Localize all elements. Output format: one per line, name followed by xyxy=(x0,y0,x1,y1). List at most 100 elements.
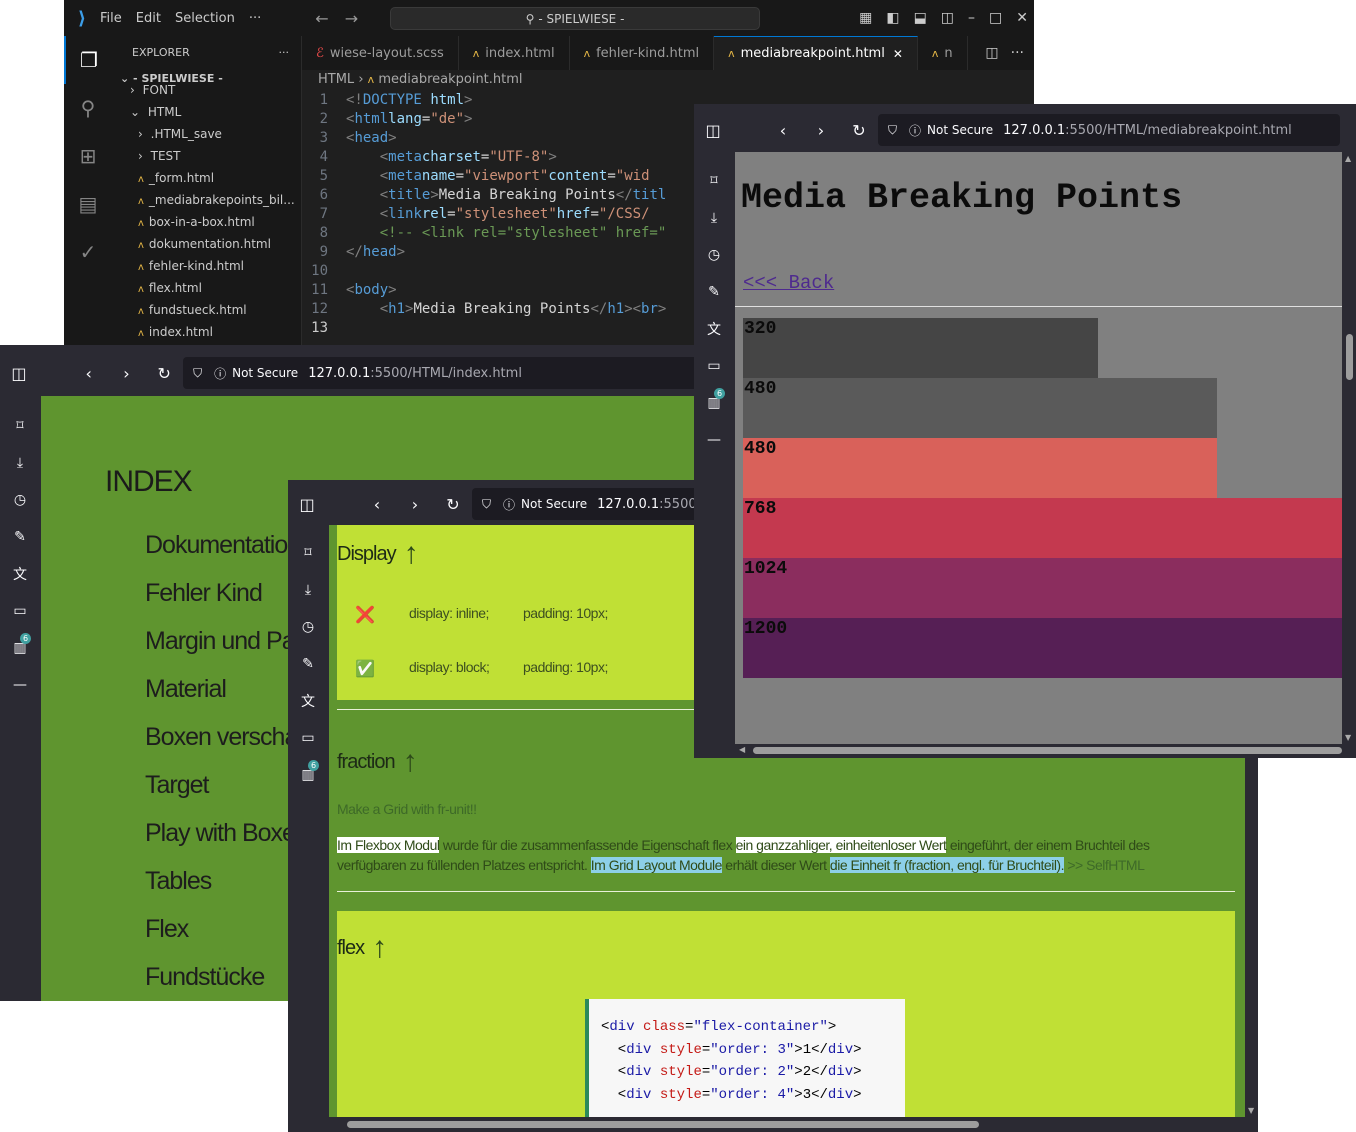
editor-tab[interactable]: ʌ index.html xyxy=(459,36,570,70)
extensions-icon[interactable]: ⊞ xyxy=(64,132,112,180)
check-icon[interactable]: ✓ xyxy=(64,228,112,276)
history-icon[interactable]: ◷ xyxy=(288,608,328,645)
back-icon[interactable]: ‹ xyxy=(764,121,802,140)
reader-icon[interactable]: ▥ 6 xyxy=(288,756,328,793)
forward-icon[interactable]: › xyxy=(396,495,434,514)
scroll-thumb[interactable] xyxy=(347,1121,979,1128)
link-material[interactable]: Material xyxy=(145,675,227,704)
horizontal-scrollbar[interactable]: ◀ xyxy=(735,744,1342,758)
edit-icon[interactable]: ✎ xyxy=(694,273,734,310)
translate-icon[interactable]: 文 xyxy=(288,682,328,719)
split-editor-icon[interactable]: ◫ xyxy=(985,45,998,61)
download-icon[interactable]: ⤓ xyxy=(0,444,40,481)
breadcrumb-file[interactable]: mediabreakpoint.html xyxy=(378,72,522,87)
tree-item[interactable]: › .HTML_save xyxy=(112,123,301,145)
scroll-thumb[interactable] xyxy=(753,747,1342,754)
reader-icon[interactable]: ▥ 6 xyxy=(0,629,40,666)
reload-icon[interactable]: ↻ xyxy=(434,495,472,514)
arrow-up-icon[interactable]: ↑ xyxy=(404,537,419,571)
maximize-icon[interactable]: □ xyxy=(989,10,1002,26)
link-fundstuecke[interactable]: Fundstücke xyxy=(145,963,265,992)
breadcrumb-folder[interactable]: HTML xyxy=(318,72,354,87)
menu-file[interactable]: File xyxy=(100,11,122,26)
scroll-down-icon[interactable]: ▼ xyxy=(1345,733,1351,742)
close-tab-icon[interactable]: ✕ xyxy=(893,47,903,61)
bookmark-icon[interactable]: ⌑ xyxy=(694,162,734,199)
scroll-up-icon[interactable]: ▲ xyxy=(1345,154,1351,163)
editor-tab[interactable]: ʌ mediabreakpoint.html ✕ xyxy=(714,36,918,70)
tree-item[interactable]: ⌄ HTML xyxy=(112,101,301,123)
editor-tab[interactable]: ʌ fehler-kind.html xyxy=(570,36,715,70)
editor-more-icon[interactable]: ··· xyxy=(1011,45,1024,61)
link-target[interactable]: Target xyxy=(145,771,209,800)
link-play-boxes[interactable]: Play with Boxes xyxy=(145,819,307,848)
back-icon[interactable]: ‹ xyxy=(358,495,396,514)
link-fehler-kind[interactable]: Fehler Kind xyxy=(145,579,263,608)
bookmark-icon[interactable]: ⌑ xyxy=(0,407,40,444)
edit-icon[interactable]: ✎ xyxy=(288,645,328,682)
back-icon[interactable]: ‹ xyxy=(70,364,108,383)
tree-item[interactable]: ʌ box-in-a-box.html xyxy=(112,211,301,233)
forward-icon[interactable]: › xyxy=(108,364,146,383)
sidebar-toggle-icon[interactable]: ◫ xyxy=(288,495,326,514)
toggle-sidebar-icon[interactable]: ◧ xyxy=(886,10,899,26)
scroll-thumb[interactable] xyxy=(1346,334,1353,380)
tree-item[interactable]: ʌ index.html xyxy=(112,321,301,343)
tree-item[interactable]: ʌ _mediabrakepoints_bil... xyxy=(112,189,301,211)
sidebar-toggle-icon[interactable]: ◫ xyxy=(694,121,732,140)
tree-item[interactable]: ʌ _form.html xyxy=(112,167,301,189)
forward-arrow-icon[interactable]: → xyxy=(345,9,358,28)
reload-icon[interactable]: ↻ xyxy=(145,364,183,383)
tab-manager-icon[interactable]: ▭ xyxy=(288,719,328,756)
url-bar[interactable]: ⛉ ⓘ Not Secure 127.0.0.1:5500/HTML/ xyxy=(472,488,702,520)
minimize-icon[interactable]: – xyxy=(968,10,975,26)
scroll-left-icon[interactable]: ◀ xyxy=(739,745,745,754)
translate-icon[interactable]: 文 xyxy=(694,310,734,347)
toggle-panel-icon[interactable]: ⬓ xyxy=(914,10,927,26)
selfhtml-link[interactable]: >> SelfHTML xyxy=(1064,857,1145,873)
menu-selection[interactable]: Selection xyxy=(175,11,235,26)
tree-item[interactable]: ʌ flex.html xyxy=(112,277,301,299)
reload-icon[interactable]: ↻ xyxy=(840,121,878,140)
sidebar-toggle-icon[interactable]: ◫ xyxy=(0,364,38,383)
calendar-icon[interactable]: ▤ xyxy=(64,180,112,228)
link-tables[interactable]: Tables xyxy=(145,867,212,896)
close-icon[interactable]: ✕ xyxy=(1016,10,1028,26)
layout-icon[interactable]: ▦ xyxy=(859,10,872,26)
scroll-down-icon[interactable]: ▼ xyxy=(1248,1106,1254,1115)
bookmark-icon[interactable]: ⌑ xyxy=(288,534,328,571)
back-link[interactable]: <<< Back xyxy=(743,272,834,294)
history-icon[interactable]: ◷ xyxy=(0,481,40,518)
tree-item[interactable]: ʌ dokumentation.html xyxy=(112,233,301,255)
url-bar[interactable]: ⛉ ⓘ Not Secure 127.0.0.1:5500/HTML/media… xyxy=(878,114,1340,146)
menu-more[interactable]: ··· xyxy=(249,11,261,26)
link-dokumentation[interactable]: Dokumentation xyxy=(145,531,301,560)
editor-tab[interactable]: ℰwiese-layout.scss xyxy=(302,36,459,70)
toggle-secondary-icon[interactable]: ◫ xyxy=(941,10,954,26)
reader-icon[interactable]: ▥ 6 xyxy=(694,384,734,421)
url-bar[interactable]: ⛉ ⓘ Not Secure 127.0.0.1:5500/HTML/index… xyxy=(183,357,700,389)
history-icon[interactable]: ◷ xyxy=(694,236,734,273)
translate-icon[interactable]: 文 xyxy=(0,555,40,592)
download-icon[interactable]: ⤓ xyxy=(288,571,328,608)
horizontal-scrollbar[interactable] xyxy=(329,1117,1245,1132)
back-arrow-icon[interactable]: ← xyxy=(315,9,328,28)
link-flex[interactable]: Flex xyxy=(145,915,189,944)
vertical-scrollbar[interactable]: ▲ ▼ xyxy=(1342,152,1356,744)
command-center-search[interactable]: ⚲ - SPIELWIESE - xyxy=(390,7,760,30)
forward-icon[interactable]: › xyxy=(802,121,840,140)
arrow-up-icon[interactable]: ↑ xyxy=(403,745,418,779)
tab-manager-icon[interactable]: ▭ xyxy=(0,592,40,629)
download-icon[interactable]: ⤓ xyxy=(694,199,734,236)
menu-edit[interactable]: Edit xyxy=(136,11,161,26)
edit-icon[interactable]: ✎ xyxy=(0,518,40,555)
editor-tab[interactable]: ʌn xyxy=(918,36,968,70)
more-actions-icon[interactable]: ··· xyxy=(279,46,290,59)
search-view-icon[interactable]: ⚲ xyxy=(64,84,112,132)
arrow-up-icon[interactable]: ↑ xyxy=(372,931,387,965)
explorer-icon[interactable]: ❐ xyxy=(64,36,112,84)
tab-manager-icon[interactable]: ▭ xyxy=(694,347,734,384)
tree-item[interactable]: ʌ fundstueck.html xyxy=(112,299,301,321)
tree-item[interactable]: › TEST xyxy=(112,145,301,167)
tree-item[interactable]: ʌ fehler-kind.html xyxy=(112,255,301,277)
